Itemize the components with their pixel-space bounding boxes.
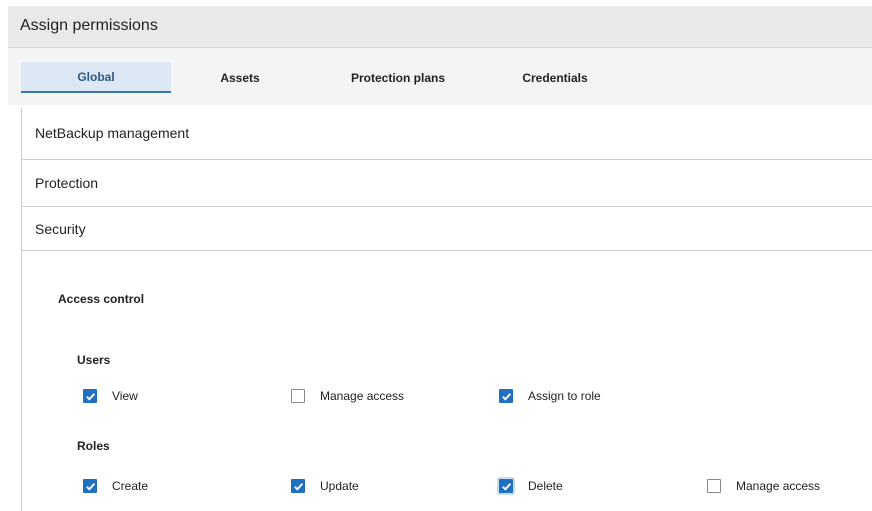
checkbox-label: Assign to role <box>528 389 601 403</box>
tab-global[interactable]: Global <box>21 62 171 93</box>
checkbox-label: Manage access <box>736 479 821 493</box>
roles-update-checkbox[interactable]: Update <box>291 479 359 493</box>
accordion-label: NetBackup management <box>35 125 190 141</box>
tab-bar: Global Assets Protection plans Credentia… <box>8 48 872 105</box>
tab-assets[interactable]: Assets <box>205 62 275 93</box>
accordion-security[interactable]: Security <box>22 207 872 251</box>
checkbox-label: Update <box>320 479 359 493</box>
dialog-header: Assign permissions <box>8 6 872 48</box>
users-assign-to-role-checkbox[interactable]: Assign to role <box>499 389 601 403</box>
accordion-label: Protection <box>35 175 99 191</box>
checkbox-unchecked-icon[interactable] <box>707 479 721 493</box>
checkbox-label: Delete <box>528 479 563 493</box>
roles-heading: Roles <box>77 439 110 453</box>
checkbox-label: Manage access <box>320 389 405 403</box>
roles-delete-checkbox[interactable]: Delete <box>499 479 563 493</box>
checkbox-checked-icon[interactable] <box>291 479 305 493</box>
accordion-label: Security <box>35 220 86 237</box>
users-manage-access-checkbox[interactable]: Manage access <box>291 389 404 403</box>
accordion-protection[interactable]: Protection <box>22 160 872 207</box>
checkbox-unchecked-icon[interactable] <box>291 389 305 403</box>
tab-credentials[interactable]: Credentials <box>505 62 605 93</box>
dialog-title: Assign permissions <box>20 17 158 34</box>
checkbox-checked-icon[interactable] <box>83 479 97 493</box>
roles-create-checkbox[interactable]: Create <box>83 479 148 493</box>
checkbox-label: Create <box>112 479 149 493</box>
checkbox-label: View <box>112 389 138 403</box>
tab-protection-plans[interactable]: Protection plans <box>338 62 458 93</box>
assign-permissions-dialog: Assign permissions Global Assets Protect… <box>8 6 872 511</box>
accordion-netbackup-management[interactable]: NetBackup management <box>22 107 872 160</box>
checkbox-checked-icon[interactable] <box>499 389 513 403</box>
permissions-content: NetBackup management Protection Security… <box>21 107 872 511</box>
users-view-checkbox[interactable]: View <box>83 389 138 403</box>
checkbox-checked-icon[interactable] <box>83 389 97 403</box>
access-control-heading: Access control <box>58 292 145 306</box>
roles-manage-access-checkbox[interactable]: Manage access <box>707 479 820 493</box>
checkbox-checked-icon[interactable] <box>499 479 513 493</box>
users-heading: Users <box>77 353 111 367</box>
